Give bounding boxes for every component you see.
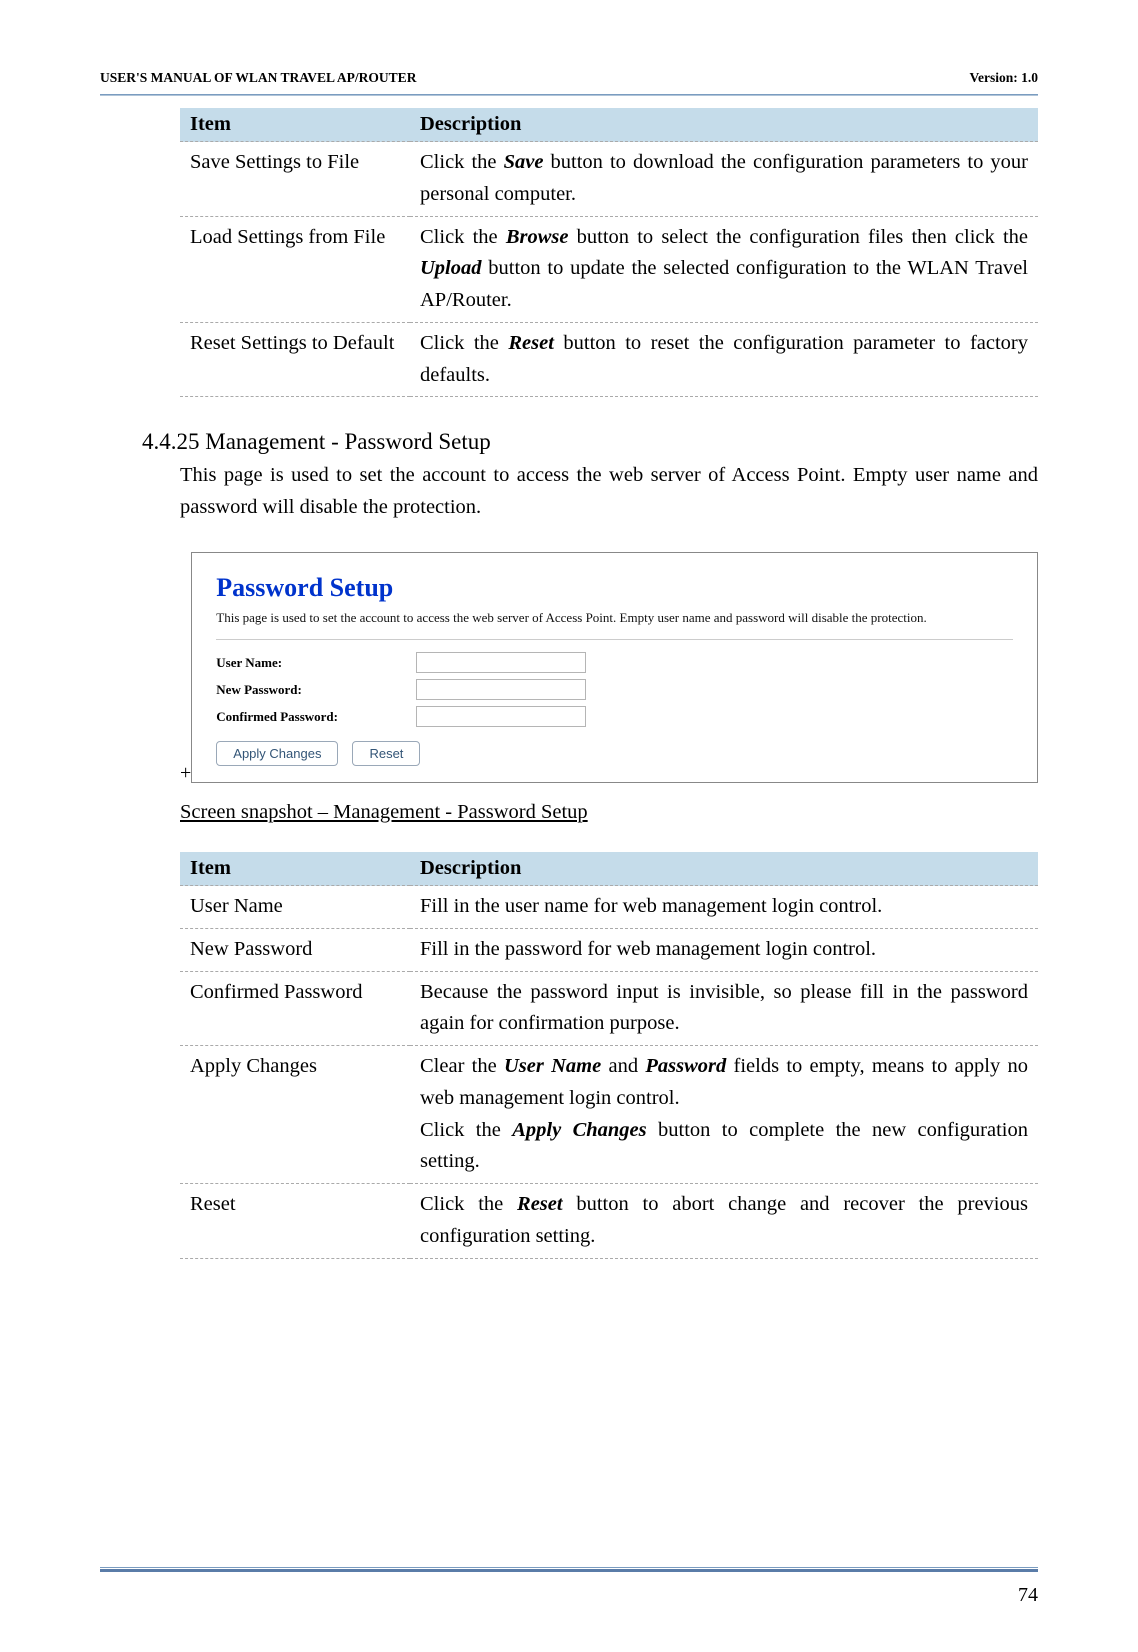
screenshot-desc: This page is used to set the account to … <box>216 609 1013 640</box>
table-row: Save Settings to File Click the Save but… <box>180 142 1038 217</box>
plus-mark: + <box>180 762 191 785</box>
table2-header-desc: Description <box>410 852 1038 886</box>
cell-desc: Click the Save button to download the co… <box>410 142 1038 217</box>
table-row: Load Settings from File Click the Browse… <box>180 216 1038 322</box>
table-row: New Password Fill in the password for we… <box>180 928 1038 971</box>
label-username: User Name: <box>216 655 416 671</box>
settings-table-1: Item Description Save Settings to File C… <box>180 108 1038 397</box>
input-newpassword[interactable] <box>416 679 586 700</box>
table-row: Reset Click the Reset button to abort ch… <box>180 1184 1038 1259</box>
settings-table-2: Item Description User Name Fill in the u… <box>180 852 1038 1259</box>
table-row: User Name Fill in the user name for web … <box>180 886 1038 929</box>
cell-desc: Click the Reset button to abort change a… <box>410 1184 1038 1259</box>
table1-header-item: Item <box>180 108 410 142</box>
password-setup-screenshot: Password Setup This page is used to set … <box>191 552 1038 783</box>
table-row: Confirmed Password Because the password … <box>180 971 1038 1046</box>
section-heading: 4.4.25 Management - Password Setup <box>142 429 1038 455</box>
label-newpassword: New Password: <box>216 682 416 698</box>
form-row-username: User Name: <box>216 652 1013 673</box>
form-row-newpassword: New Password: <box>216 679 1013 700</box>
table-row: Apply Changes Clear the User Name and Pa… <box>180 1046 1038 1184</box>
cell-desc: Fill in the user name for web management… <box>410 886 1038 929</box>
cell-desc: Click the Reset button to reset the conf… <box>410 322 1038 397</box>
table2-header-item: Item <box>180 852 410 886</box>
cell-desc: Clear the User Name and Password fields … <box>410 1046 1038 1184</box>
input-username[interactable] <box>416 652 586 673</box>
page-number: 74 <box>1018 1584 1038 1607</box>
apply-changes-button[interactable]: Apply Changes <box>216 741 338 766</box>
cell-item: Reset <box>180 1184 410 1259</box>
cell-desc: Fill in the password for web management … <box>410 928 1038 971</box>
form-row-confirmedpassword: Confirmed Password: <box>216 706 1013 727</box>
reset-button[interactable]: Reset <box>352 741 420 766</box>
section-intro: This page is used to set the account to … <box>180 460 1038 524</box>
table1-header-desc: Description <box>410 108 1038 142</box>
footer-rule <box>100 1567 1038 1572</box>
cell-item: Apply Changes <box>180 1046 410 1184</box>
doc-version: Version: 1.0 <box>969 70 1038 86</box>
cell-item: User Name <box>180 886 410 929</box>
screenshot-title: Password Setup <box>216 573 1013 603</box>
screenshot-caption: Screen snapshot – Management - Password … <box>180 801 1038 824</box>
cell-item: Save Settings to File <box>180 142 410 217</box>
table-row: Reset Settings to Default Click the Rese… <box>180 322 1038 397</box>
cell-desc: Because the password input is invisible,… <box>410 971 1038 1046</box>
doc-title: USER'S MANUAL OF WLAN TRAVEL AP/ROUTER <box>100 70 416 86</box>
cell-item: Load Settings from File <box>180 216 410 322</box>
cell-item: Confirmed Password <box>180 971 410 1046</box>
cell-item: New Password <box>180 928 410 971</box>
page-header: USER'S MANUAL OF WLAN TRAVEL AP/ROUTER V… <box>100 70 1038 94</box>
cell-item: Reset Settings to Default <box>180 322 410 397</box>
label-confirmedpassword: Confirmed Password: <box>216 709 416 725</box>
input-confirmedpassword[interactable] <box>416 706 586 727</box>
cell-desc: Click the Browse button to select the co… <box>410 216 1038 322</box>
header-rule <box>100 94 1038 96</box>
